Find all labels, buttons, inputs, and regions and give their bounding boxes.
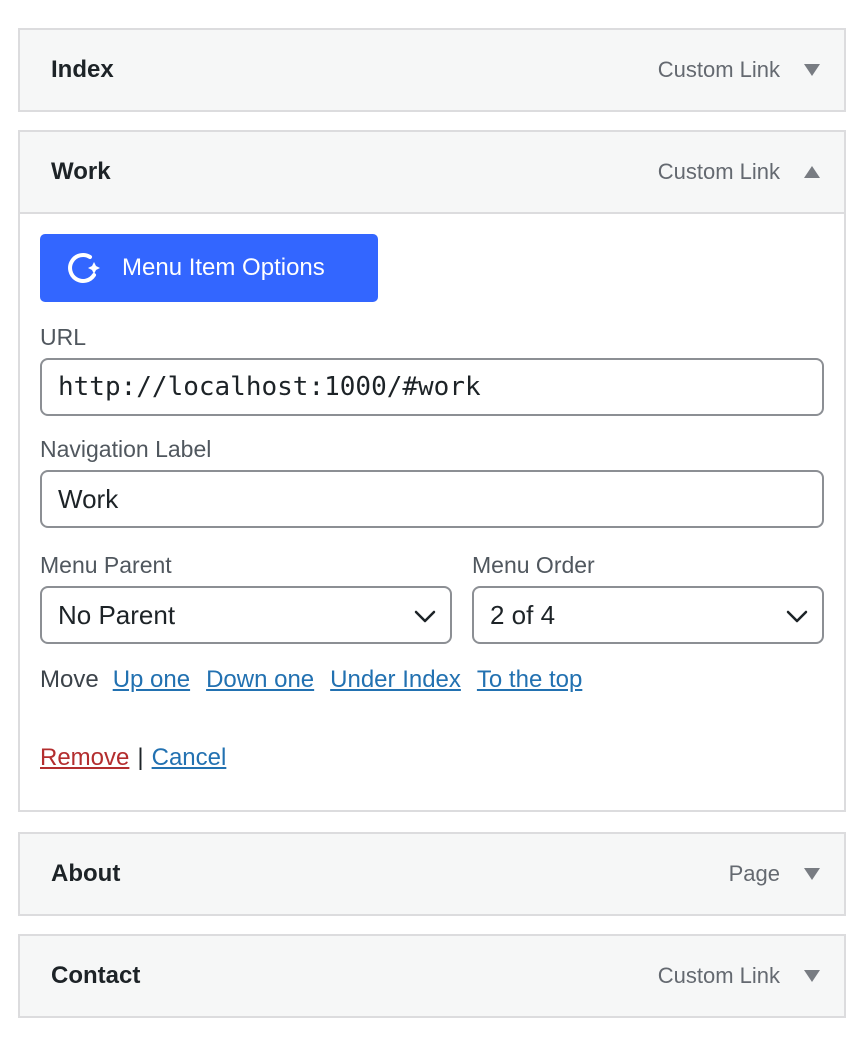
triangle-down-icon[interactable]	[804, 970, 820, 982]
menu-item-header[interactable]: About Page	[20, 834, 844, 914]
menu-item-index: Index Custom Link	[18, 28, 846, 112]
remove-link[interactable]: Remove	[40, 744, 129, 772]
menu-item-title: Index	[51, 56, 114, 83]
move-label: Move	[40, 666, 99, 693]
move-controls: Move Up one Down one Under Index To the …	[40, 666, 598, 694]
menu-item-work: Work Custom Link Menu Item Options URL h…	[18, 130, 846, 812]
menu-item-about: About Page	[18, 832, 846, 916]
chevron-down-icon	[786, 600, 808, 631]
menu-parent-value: No Parent	[58, 599, 176, 630]
menu-item-title: About	[51, 860, 121, 887]
url-label: URL	[40, 324, 87, 350]
menu-item-contact: Contact Custom Link	[18, 934, 846, 1018]
move-down-one-link[interactable]: Down one	[206, 666, 314, 694]
menu-item-header[interactable]: Contact Custom Link	[20, 936, 844, 1016]
url-input[interactable]: http://localhost:1000/#work	[40, 358, 824, 416]
menu-item-options-button[interactable]: Menu Item Options	[40, 234, 378, 302]
menu-parent-select[interactable]: No Parent	[40, 586, 452, 644]
url-value: http://localhost:1000/#work	[58, 372, 481, 402]
menu-item-type: Custom Link	[657, 963, 780, 988]
move-under-index-link[interactable]: Under Index	[330, 666, 461, 694]
navigation-label-input[interactable]: Work	[40, 470, 824, 528]
menu-item-header[interactable]: Index Custom Link	[20, 30, 844, 110]
menu-item-title: Contact	[51, 962, 141, 989]
move-to-top-link[interactable]: To the top	[477, 666, 582, 694]
item-actions: Remove | Cancel	[40, 744, 226, 772]
options-button-label: Menu Item Options	[122, 254, 325, 281]
menu-parent-label: Menu Parent	[40, 552, 172, 578]
navigation-label-label: Navigation Label	[40, 436, 212, 462]
triangle-up-icon[interactable]	[804, 166, 820, 178]
menu-item-type: Page	[728, 861, 780, 886]
menu-item-type: Custom Link	[657, 57, 780, 82]
move-up-one-link[interactable]: Up one	[113, 666, 190, 694]
spinner-sparkle-icon	[64, 248, 104, 288]
navigation-label-value: Work	[58, 483, 119, 514]
menu-order-select[interactable]: 2 of 4	[472, 586, 824, 644]
menu-item-settings: Menu Item Options URL http://localhost:1…	[20, 212, 844, 810]
actions-separator: |	[137, 744, 144, 771]
menu-item-title: Work	[51, 158, 111, 185]
menu-order-label: Menu Order	[472, 552, 595, 578]
menu-item-header[interactable]: Work Custom Link	[20, 132, 844, 212]
menu-order-value: 2 of 4	[490, 599, 556, 630]
menu-item-type: Custom Link	[657, 159, 780, 184]
cancel-link[interactable]: Cancel	[152, 744, 227, 772]
chevron-down-icon	[414, 600, 436, 631]
triangle-down-icon[interactable]	[804, 868, 820, 880]
triangle-down-icon[interactable]	[804, 64, 820, 76]
